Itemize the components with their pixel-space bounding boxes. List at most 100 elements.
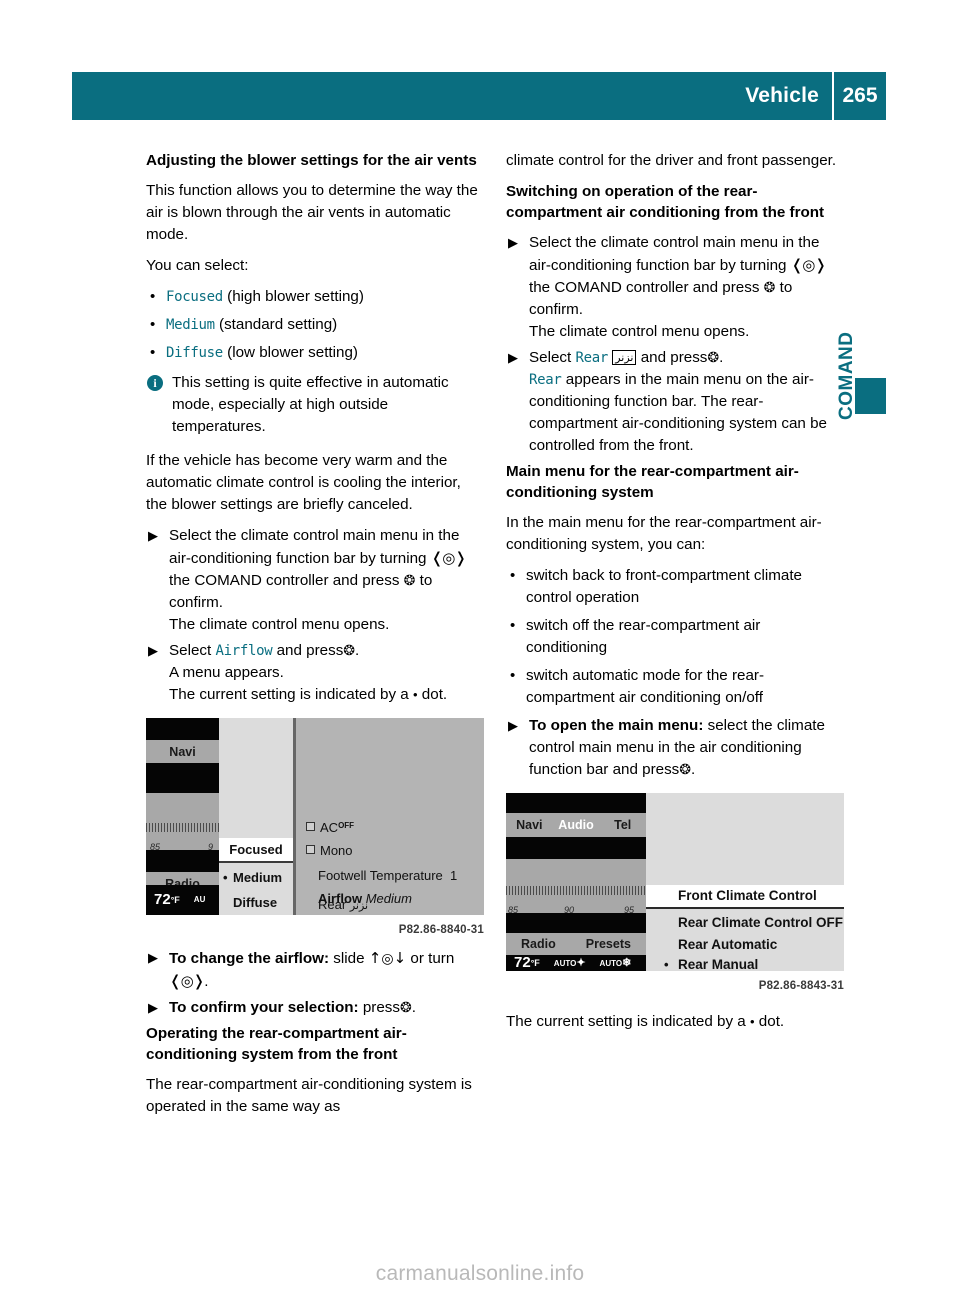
heading-switching-on-rear: Switching on operation of the rear-compa… — [506, 183, 825, 221]
list-item-label: switch back to front-compartment climate… — [526, 567, 803, 606]
step-turn-line: ❬◎❭. — [169, 972, 209, 990]
list-item: • Focused (high blower setting) — [146, 286, 484, 308]
paragraph-rear-operated: The rear-compartment air-conditioning sy… — [146, 1076, 472, 1115]
list-item-label: switch off the rear-compartment air cond… — [526, 617, 761, 656]
step-select-rear: ▶ Select Rear نزنر and press❂. Rear appe… — [506, 347, 844, 457]
step-marker-icon: ▶ — [148, 528, 158, 543]
step-text-a: press — [362, 999, 400, 1016]
step-marker-icon: ▶ — [508, 718, 518, 733]
bullet-icon: • — [150, 288, 156, 305]
paragraph-main-menu-intro: In the main menu for the rear-compartmen… — [506, 514, 822, 553]
controller-press-icon: ❂ — [679, 762, 692, 778]
bullet-icon: • — [150, 344, 156, 361]
figure-caption: P82.86-8840-31 — [398, 924, 484, 936]
detail-label: Footwell Temperature — [318, 868, 443, 883]
page-header: Vehicle 265 — [72, 72, 886, 120]
option-name: Medium — [166, 317, 215, 333]
list-item: • switch back to front-compartment clima… — [506, 565, 844, 609]
auto-fan-label: AUTO❄ — [599, 956, 632, 969]
submenu-item-diffuse: Diffuse — [219, 890, 293, 915]
step-text-a: Select the climate control main menu in … — [169, 527, 460, 567]
figure-rear-climate-menu: Navi Audio Tel 85 90 95 Radio Presets 72… — [506, 793, 844, 997]
step-result: Rear appears in the main menu on the air… — [529, 369, 844, 457]
controller-press-icon: ❂ — [763, 280, 776, 296]
selected-dot-icon: • — [664, 957, 669, 971]
menu-item-label: Rear Climate Control OFF — [678, 915, 844, 930]
step-text-a: slide — [333, 950, 365, 967]
function-strip-left: Navi Audio Tel 85 90 95 Radio Presets 72… — [506, 793, 646, 971]
heading-operating-rear: Operating the rear-compartment air-condi… — [146, 1025, 407, 1063]
controller-press-icon: ❂ — [707, 350, 720, 366]
submenu-label: Focused — [229, 841, 283, 857]
step-result-2-b: dot. — [421, 686, 448, 703]
airflow-submenu: Focused • Medium Diffuse — [219, 718, 296, 915]
bar-item-audio: Audio — [558, 818, 594, 832]
controller-turn-icon: ❬◎❭ — [790, 256, 827, 274]
bullet-icon: • — [510, 617, 516, 634]
menu-item-front-climate-control: Front Climate Control — [646, 885, 844, 909]
temperature-unit: °F — [530, 958, 540, 968]
strip-item-navi: Navi — [146, 740, 219, 763]
bullet-icon: • — [510, 667, 516, 684]
step-select-climate-menu: ▶ Select the climate control main menu i… — [506, 232, 844, 343]
detail-row-rear-label: Rear نزنر — [318, 894, 368, 915]
step-bold-lead: To confirm your selection: — [169, 999, 359, 1016]
submenu-label: Diffuse — [233, 894, 278, 910]
step-change-airflow: ▶ To change the airflow: slide ↑◎↓ or tu… — [146, 947, 484, 993]
rear-glyph-icon: نزنر — [612, 350, 637, 365]
page-number: 265 — [842, 84, 878, 107]
bar-item-navi: Navi — [516, 818, 543, 832]
detail-row-footwell: Footwell Temperature 1 — [318, 865, 457, 887]
auto-seat-label: AUTO✦ — [553, 956, 586, 969]
detail-superscript: OFF — [338, 821, 355, 830]
list-item: • switch off the rear-compartment air co… — [506, 615, 844, 659]
step-text-b: the COMAND controller and press — [529, 279, 760, 296]
temperature-value: 72 — [154, 891, 171, 908]
controller-turn-icon: ❬◎❭ — [169, 972, 205, 990]
heading-blower-settings: Adjusting the blower settings for the ai… — [146, 152, 477, 169]
blower-options-list: • Focused (high blower setting) • Medium… — [146, 286, 484, 364]
step-text-b: the COMAND controller and press — [169, 572, 400, 589]
step-result-2: The current setting is indicated by a • … — [169, 684, 484, 706]
step-result: The climate control menu opens. — [169, 616, 390, 633]
checkbox-icon — [306, 845, 315, 854]
radio-tuner-scale — [506, 883, 646, 899]
site-watermark: carmanualsonline.info — [375, 1262, 585, 1285]
paragraph-continued: climate control for the driver and front… — [506, 152, 837, 169]
paragraph-closing: The current setting is indicated by a • … — [506, 1011, 844, 1033]
checkbox-icon — [306, 822, 315, 831]
step-text-b: and press — [640, 349, 708, 366]
climate-status-bar: 72 °F AU — [146, 885, 219, 915]
list-item: • Diffuse (low blower setting) — [146, 342, 484, 364]
step-marker-icon: ▶ — [148, 1000, 158, 1015]
page-title: Vehicle — [745, 84, 819, 107]
paragraph-blower-intro: This function allows you to determine th… — [146, 182, 478, 243]
left-column: Adjusting the blower settings for the ai… — [146, 150, 484, 1127]
option-desc: (standard setting) — [219, 316, 338, 333]
selected-dot-icon: • — [223, 869, 228, 885]
comand-screenshot-2: Navi Audio Tel 85 90 95 Radio Presets 72… — [506, 793, 844, 971]
bullet-icon: • — [150, 316, 156, 333]
step-bold-lead: To open the main menu: — [529, 717, 704, 734]
main-function-bar: Navi Audio Tel — [506, 813, 646, 837]
bar-item-tel: Tel — [614, 818, 632, 832]
closing-text-a: The current setting is indicated by a — [506, 1013, 746, 1030]
menu-item-label: Front Climate Control — [678, 888, 817, 903]
rear-capabilities-list: • switch back to front-compartment clima… — [506, 565, 844, 709]
rear-climate-main-menu: Front Climate Control Rear Climate Contr… — [646, 793, 844, 971]
rear-glyph-icon: نزنر — [349, 900, 369, 912]
menu-item-airflow: Airflow — [215, 643, 273, 659]
step-confirm-selection: ▶ To confirm your selection: press❂. — [146, 997, 484, 1019]
step-text-b: and press — [276, 642, 344, 659]
climate-status-bar: 72 °F AUTO✦ AUTO❄ — [506, 954, 646, 971]
closing-text-b: dot. — [758, 1013, 785, 1030]
paragraph-cooling-cancel: If the vehicle has become very warm and … — [146, 452, 461, 513]
option-desc: (high blower setting) — [227, 288, 364, 305]
controller-wheel-icon: ◎ — [381, 951, 394, 967]
detail-value: 1 — [450, 868, 458, 883]
option-name: Focused — [166, 289, 223, 305]
info-note-text: This setting is quite effective in autom… — [172, 374, 449, 435]
slide-down-icon: ↓ — [393, 949, 407, 967]
list-item-label: switch automatic mode for the rear-compa… — [526, 667, 765, 706]
temperature-value: 72 — [514, 954, 531, 971]
